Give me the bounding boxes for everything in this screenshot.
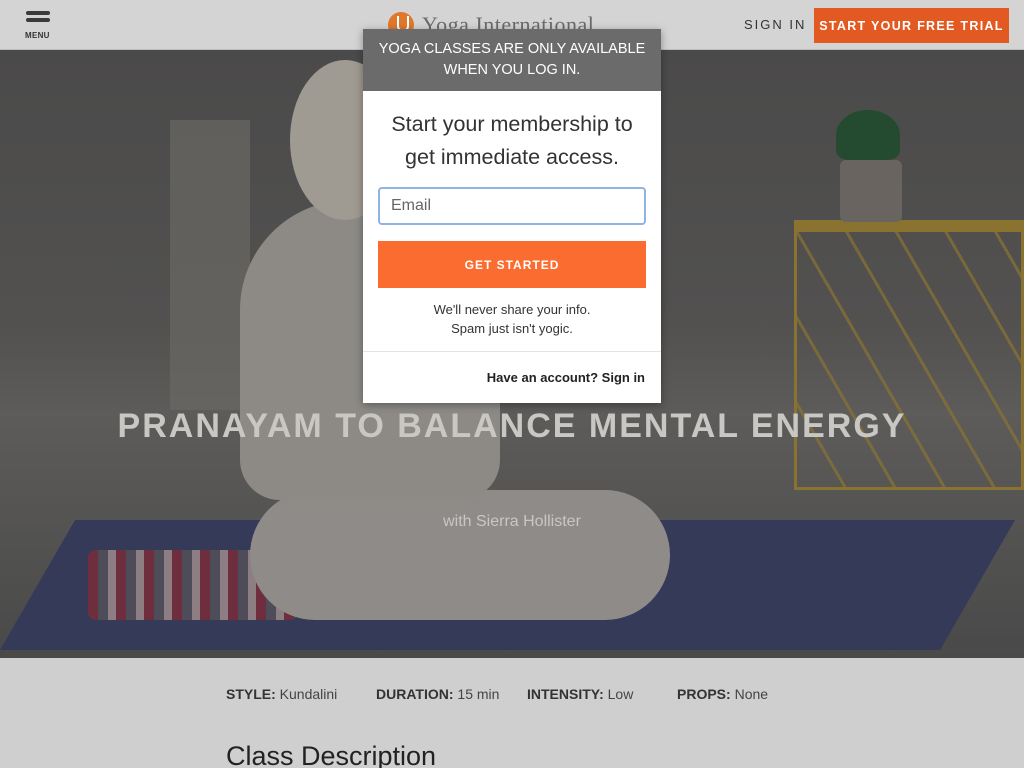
modal-lead-text: Start your membership to get immediate a… xyxy=(391,112,633,169)
class-title: PRANAYAM TO BALANCE MENTAL ENERGY xyxy=(117,407,907,445)
free-trial-button[interactable]: START YOUR FREE TRIAL xyxy=(814,8,1009,43)
detail-style: STYLE: Kundalini xyxy=(226,686,337,702)
hamburger-icon-bar xyxy=(26,18,50,22)
detail-intensity: INTENSITY: Low xyxy=(527,686,633,702)
detail-style-label: STYLE: xyxy=(226,686,276,702)
modal-banner: YOGA CLASSES ARE ONLY AVAILABLE WHEN YOU… xyxy=(363,29,661,91)
hamburger-icon xyxy=(26,11,50,15)
modal-divider xyxy=(363,351,661,352)
detail-duration: DURATION: 15 min xyxy=(376,686,499,702)
menu-label: MENU xyxy=(25,31,50,40)
detail-props-label: PROPS: xyxy=(677,686,731,702)
privacy-line-2: Spam just isn't yogic. xyxy=(451,321,573,336)
detail-duration-value: 15 min xyxy=(457,686,500,702)
get-started-button[interactable]: GET STARTED xyxy=(378,241,646,288)
side-table xyxy=(794,220,1024,490)
class-description-heading: Class Description xyxy=(226,741,437,768)
detail-props: PROPS: None xyxy=(677,686,768,702)
signup-modal: YOGA CLASSES ARE ONLY AVAILABLE WHEN YOU… xyxy=(363,29,661,403)
menu-button[interactable]: MENU xyxy=(24,11,54,41)
detail-style-value: Kundalini xyxy=(279,686,338,702)
detail-intensity-value: Low xyxy=(607,686,634,702)
plant xyxy=(836,110,900,160)
privacy-note: We'll never share your info. Spam just i… xyxy=(363,300,661,338)
detail-duration-label: DURATION: xyxy=(376,686,454,702)
plant-pot xyxy=(840,160,902,222)
privacy-line-1: We'll never share your info. xyxy=(433,302,591,317)
class-instructor: with Sierra Hollister xyxy=(443,513,581,530)
detail-intensity-label: INTENSITY: xyxy=(527,686,604,702)
instructor-legs xyxy=(250,490,670,620)
hero-background-panel xyxy=(170,120,250,410)
sign-in-link[interactable]: SIGN IN xyxy=(744,17,806,32)
sign-in-link-modal[interactable]: Have an account? Sign in xyxy=(487,370,645,385)
detail-props-value: None xyxy=(734,686,769,702)
email-field[interactable] xyxy=(378,187,646,225)
